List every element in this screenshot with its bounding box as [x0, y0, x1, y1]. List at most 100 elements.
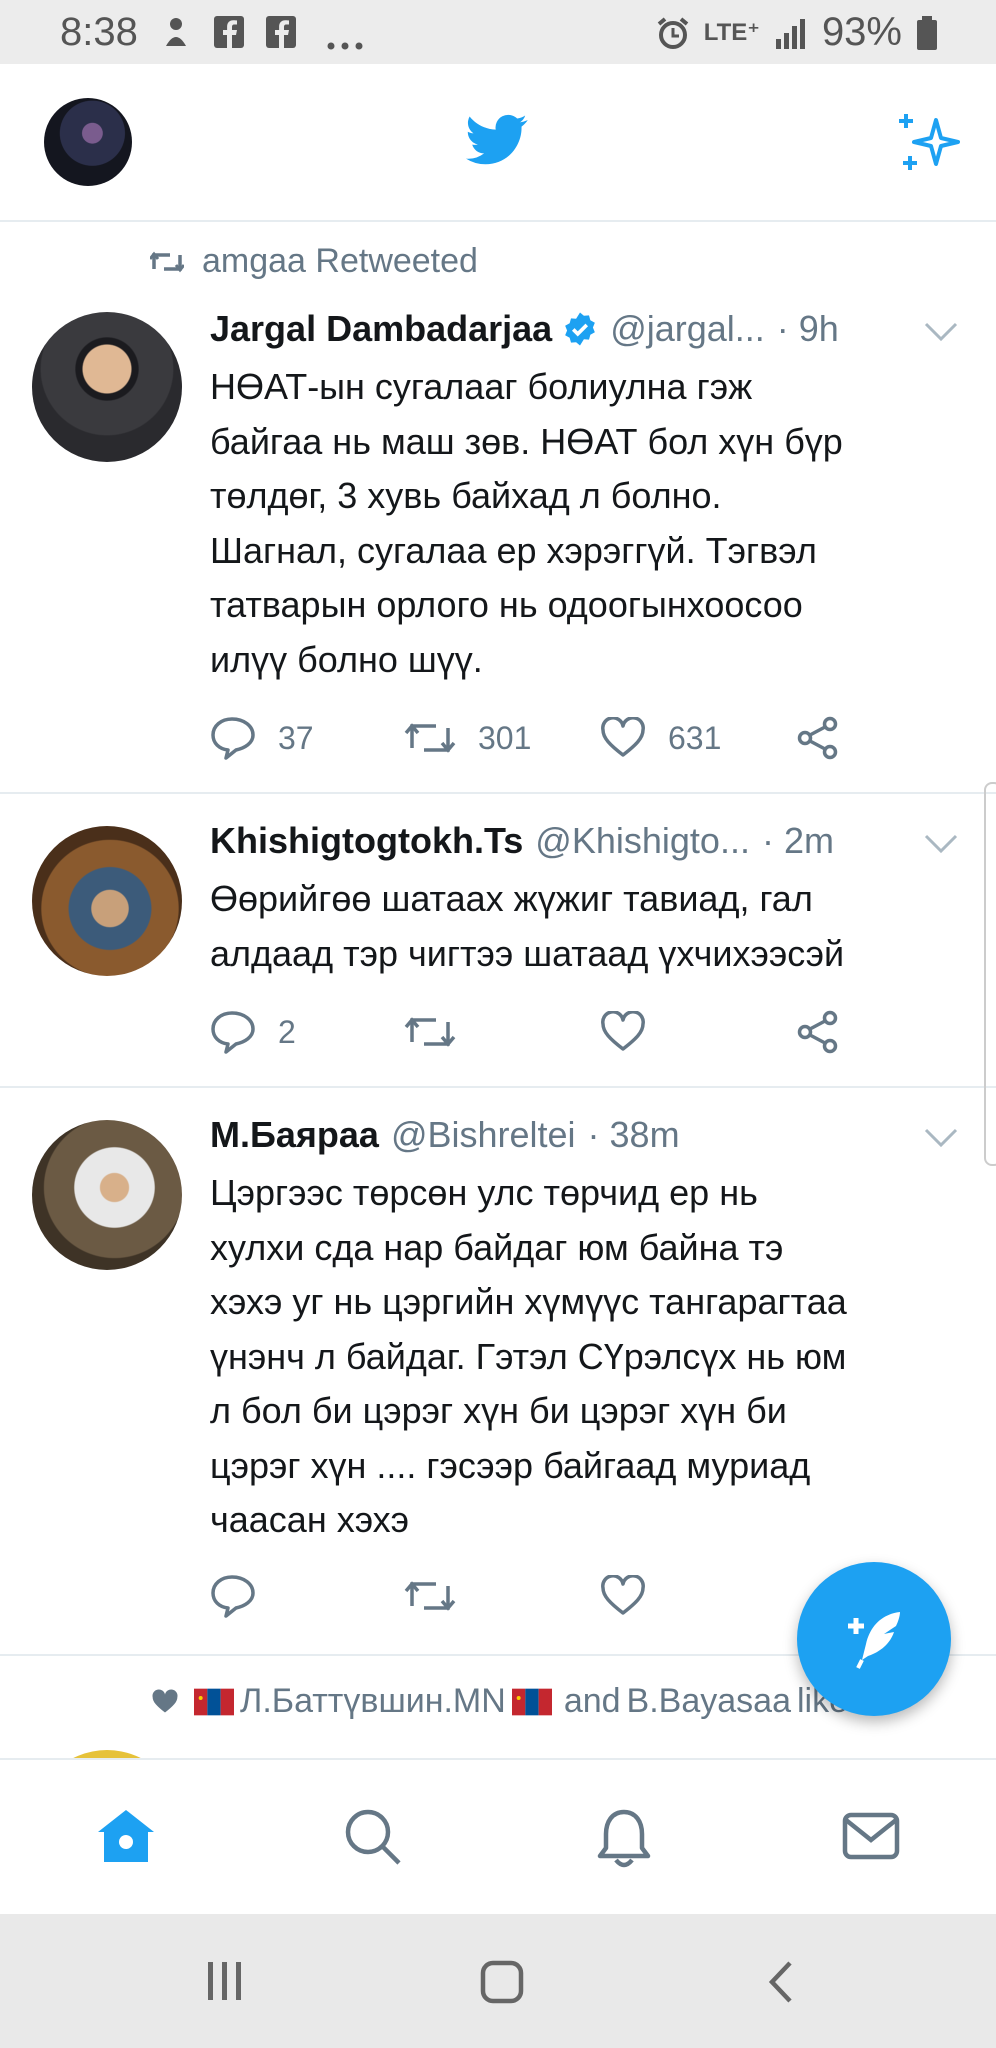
home-system-icon[interactable]	[480, 1960, 524, 2004]
tweet-actions: 37 301 631	[210, 708, 840, 768]
mongolia-flag-icon	[511, 1688, 552, 1715]
tweet-card[interactable]: Khishigtogtokh.Ts @Khishigto... · 2m Өөр…	[0, 794, 996, 1088]
tweet-line: Цэргээс төрсөн улс төрчид ер нь	[210, 1172, 758, 1213]
like-button[interactable]: 631	[600, 717, 796, 759]
scrollbar[interactable]	[984, 782, 996, 1166]
sparkle-icon[interactable]	[896, 112, 962, 174]
compose-feather-icon	[848, 1612, 900, 1669]
author-name[interactable]: М.Баяраа	[210, 1114, 379, 1156]
liked-context-text: Л.Баттүвшин.MN and B.Bayasaa liked	[194, 1682, 867, 1721]
tweet-header: М.Баяраа @Bishreltei · 38m	[210, 1114, 680, 1156]
reply-icon	[211, 717, 255, 760]
share-button[interactable]	[796, 1010, 840, 1054]
tweet-text: Цэргээс төрсөн улс төрчид ер нь хулхи сд…	[210, 1166, 970, 1548]
network-type: LTE⁺	[703, 19, 760, 46]
bottom-nav	[0, 1758, 996, 1916]
more-dots-icon	[327, 42, 363, 50]
retweet-context-text: amgaa Retweeted	[202, 242, 478, 280]
heart-icon	[601, 717, 645, 757]
avatar[interactable]	[32, 1750, 182, 1758]
tweet-actions: 2	[210, 1002, 840, 1062]
avatar[interactable]	[32, 312, 182, 462]
author-handle[interactable]: @Bishreltei	[391, 1114, 576, 1156]
signal-icon	[775, 18, 805, 49]
reply-button[interactable]: 2	[210, 1010, 404, 1054]
tweet-line: татварын орлого нь одоогынхоосоо	[210, 584, 803, 625]
retweet-button[interactable]	[404, 1012, 600, 1052]
tweet-header: Khishigtogtokh.Ts @Khishigto... · 2m	[210, 820, 834, 862]
liked-context: Л.Баттүвшин.MN and B.Bayasaa liked	[150, 1682, 867, 1721]
status-bar: 8:38 LTE⁺ 93%	[0, 0, 996, 64]
tweet-header: Jargal Dambadarjaa @jargal... · 9h	[210, 308, 839, 350]
recent-apps-icon[interactable]	[204, 1960, 246, 2002]
tweet-line: чаасан хэхэ	[210, 1499, 410, 1540]
profile-avatar[interactable]	[44, 98, 132, 186]
tweet-line: Өөрийгөө шатаах жүжиг тавиад, гал	[210, 878, 813, 919]
share-icon	[797, 1010, 838, 1054]
like-button[interactable]	[600, 1011, 796, 1053]
home-icon[interactable]	[96, 1808, 156, 1864]
like-button[interactable]	[600, 1575, 796, 1617]
retweet-button[interactable]: 301	[404, 718, 600, 758]
liked-connector: and	[563, 1682, 621, 1720]
retweet-icon	[404, 1017, 456, 1047]
tweet-line: төлдөг, 3 хувь байхад л болно.	[210, 475, 722, 516]
tweet-text: Өөрийгөө шатаах жүжиг тавиад, гал алдаад…	[210, 872, 970, 981]
tweet-line: байгаа нь маш зөв. НӨАТ бол хүн бүр	[210, 420, 843, 462]
app-header	[0, 64, 996, 222]
search-icon[interactable]	[344, 1808, 402, 1866]
facebook-icon-2	[266, 16, 296, 48]
heart-filled-icon	[152, 1688, 178, 1713]
retweet-context: amgaa Retweeted	[150, 242, 478, 281]
twitter-bird-icon[interactable]	[466, 114, 528, 166]
liked-user-name[interactable]: Л.Баттүвшин.MN	[240, 1682, 506, 1721]
author-handle[interactable]: @jargal...	[610, 308, 765, 350]
chevron-down-icon[interactable]	[924, 322, 958, 342]
retweet-button[interactable]	[404, 1576, 600, 1616]
tweet-line: үнэнч л байдаг. Гэтэл СҮрэлсүх нь юм	[210, 1335, 847, 1377]
avatar[interactable]	[32, 826, 182, 976]
reply-count: 2	[278, 1013, 296, 1050]
reply-button[interactable]: 37	[210, 716, 404, 760]
tweet-line: л бол би цэрэг хүн би цэрэг хүн би	[210, 1390, 787, 1431]
retweet-icon	[404, 723, 456, 753]
tweet-time: · 38m	[587, 1114, 680, 1155]
battery-level: 93%	[821, 10, 902, 54]
tweet-line: илүү болно шүү.	[210, 638, 483, 680]
alarm-icon	[657, 16, 688, 49]
system-nav-bar	[0, 1914, 996, 2048]
tweet-card[interactable]: amgaa Retweeted Jargal Dambadarjaa @jarg…	[0, 222, 996, 794]
author-name[interactable]: Jargal Dambadarjaa	[210, 308, 552, 350]
tweet-text: НӨАТ-ын сугалааг болиулна гэж байгаа нь …	[210, 360, 970, 687]
mongolia-flag-icon	[194, 1688, 234, 1715]
tweet-line: хулхи сда нар байдаг юм байна тэ	[210, 1226, 784, 1268]
reply-count: 37	[278, 719, 314, 756]
tweet-line: Шагнал, сугалаа ер хэрэггүй. Тэгвэл	[210, 529, 817, 571]
like-count: 631	[668, 719, 722, 756]
tweet-actions	[210, 1566, 796, 1626]
share-button[interactable]	[796, 716, 840, 760]
reply-button[interactable]	[210, 1574, 404, 1618]
tweet-line: цэрэг хүн .... гэсээр байгаад муриад	[210, 1444, 811, 1486]
reply-icon	[211, 1575, 255, 1618]
avatar[interactable]	[32, 1120, 182, 1270]
retweet-icon	[404, 1581, 456, 1611]
compose-tweet-button[interactable]	[797, 1562, 951, 1716]
author-handle[interactable]: @Khishigto...	[535, 820, 750, 862]
verified-badge-icon	[565, 312, 596, 346]
back-icon[interactable]	[766, 1960, 796, 2004]
reply-icon	[211, 1011, 255, 1054]
tweet-line: алдаад тэр чигтээ шатаад үхчихээсэй	[210, 932, 845, 974]
status-time: 8:38	[60, 10, 138, 54]
tweet-line: НӨАТ-ын сугалааг болиулна гэж	[210, 366, 753, 407]
author-name[interactable]: Khishigtogtokh.Ts	[210, 820, 523, 862]
chevron-down-icon[interactable]	[924, 834, 958, 854]
tweet-time: · 2m	[761, 820, 834, 861]
chevron-down-icon[interactable]	[924, 1128, 958, 1148]
tweet-line: хэхэ уг нь цэргийн хүмүүс тангарагтаа	[210, 1281, 847, 1322]
liked-user-name-2[interactable]: B.Bayasaa	[627, 1682, 791, 1721]
bell-icon[interactable]	[596, 1808, 652, 1868]
facebook-icon	[214, 16, 244, 48]
mail-icon[interactable]	[842, 1812, 900, 1860]
heart-icon	[601, 1011, 645, 1051]
